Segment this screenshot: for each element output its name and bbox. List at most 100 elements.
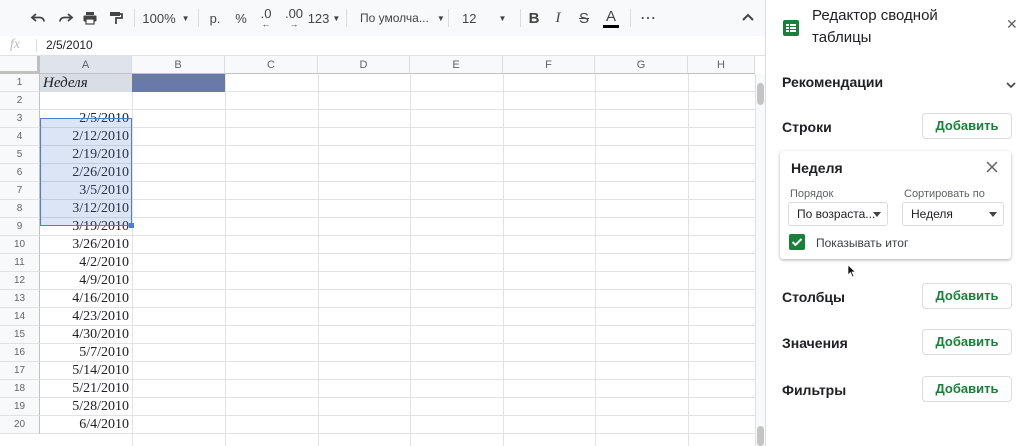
row-header[interactable]: 4 xyxy=(0,128,40,146)
table-row: 4/23/2010 xyxy=(40,308,765,326)
row-field-card: Неделя Порядок Сортировать по По возраст… xyxy=(780,151,1011,259)
font-select[interactable]: По умолча... ▼ xyxy=(352,0,450,36)
row-header[interactable]: 16 xyxy=(0,344,40,362)
column-header-e[interactable]: E xyxy=(410,56,503,74)
recommendations-label[interactable]: Рекомендации xyxy=(782,74,883,90)
row-header[interactable]: 2 xyxy=(0,92,40,110)
more-formats-select[interactable]: 123 ▼ xyxy=(308,0,341,36)
checkmark-icon xyxy=(791,238,803,247)
more-options-icon[interactable]: ⋯ xyxy=(636,0,660,36)
cell-a1[interactable]: Неделя xyxy=(40,74,132,92)
text-color-button[interactable]: A xyxy=(600,0,622,36)
column-header-f[interactable]: F xyxy=(503,56,595,74)
paint-format-icon[interactable] xyxy=(104,0,128,36)
cell-a13[interactable]: 4/16/2010 xyxy=(40,290,132,308)
selection-range[interactable] xyxy=(40,118,132,226)
row-header[interactable]: 5 xyxy=(0,146,40,164)
row-header[interactable]: 7 xyxy=(0,182,40,200)
order-label: Порядок xyxy=(790,188,834,200)
italic-button[interactable]: I xyxy=(548,0,568,36)
row-header[interactable]: 17 xyxy=(0,362,40,380)
row-header[interactable]: 13 xyxy=(0,290,40,308)
chevron-down-icon[interactable] xyxy=(1006,76,1016,94)
table-row: 5/21/2010 xyxy=(40,380,765,398)
scrollbar-thumb[interactable] xyxy=(757,83,764,105)
row-header[interactable]: 18 xyxy=(0,380,40,398)
column-header-h[interactable]: H xyxy=(688,56,755,74)
chevron-down-icon xyxy=(873,212,881,217)
cell-a14[interactable]: 4/23/2010 xyxy=(40,308,132,326)
table-row: 4/16/2010 xyxy=(40,290,765,308)
print-icon[interactable] xyxy=(78,0,102,36)
font-size-value: 12 xyxy=(462,10,477,26)
column-header-d[interactable]: D xyxy=(318,56,410,74)
column-header-g[interactable]: G xyxy=(595,56,688,74)
panel-title-line2: таблицы xyxy=(812,29,872,46)
add-rows-button[interactable]: Добавить xyxy=(922,113,1012,139)
sort-by-select[interactable]: Неделя xyxy=(902,202,1004,226)
rows-section-label: Строки xyxy=(782,119,832,135)
chevron-down-icon: ▼ xyxy=(332,13,341,23)
row-header[interactable]: 15 xyxy=(0,326,40,344)
row-header[interactable]: 11 xyxy=(0,254,40,272)
currency-button[interactable]: р. xyxy=(204,0,226,36)
spreadsheet-grid: A B C D E F G H 1 Неделя 2 3 2/5/2010 4 … xyxy=(0,56,765,446)
row-header[interactable]: 10 xyxy=(0,236,40,254)
mouse-pointer-icon xyxy=(847,264,857,283)
row-header[interactable]: 3 xyxy=(0,110,40,128)
cell-a16[interactable]: 5/7/2010 xyxy=(40,344,132,362)
cell-a18[interactable]: 5/21/2010 xyxy=(40,380,132,398)
row-header[interactable]: 20 xyxy=(0,416,40,434)
chevron-down-icon: ▼ xyxy=(498,13,507,23)
redo-icon[interactable] xyxy=(54,0,78,36)
order-select[interactable]: По возраста... xyxy=(788,202,888,226)
pivot-table-icon xyxy=(782,19,800,42)
row-header[interactable]: 12 xyxy=(0,272,40,290)
add-filters-button[interactable]: Добавить xyxy=(922,376,1012,402)
text-color-icon: A xyxy=(605,7,616,25)
column-header-a[interactable]: A xyxy=(40,56,132,74)
remove-field-icon[interactable] xyxy=(986,160,998,178)
arrow-right-icon: → xyxy=(289,19,299,29)
font-size-select[interactable]: 12 ▼ xyxy=(454,0,522,36)
zoom-select[interactable]: 100% ▼ xyxy=(140,0,192,36)
table-row: 2/26/2010 xyxy=(40,164,765,182)
scrollbar-thumb-bottom[interactable] xyxy=(757,426,764,446)
strikethrough-button[interactable]: S xyxy=(574,0,594,36)
table-row: 2/19/2010 xyxy=(40,146,765,164)
row-header[interactable]: 9 xyxy=(0,218,40,236)
row-header[interactable]: 1 xyxy=(0,74,40,92)
cell-a20[interactable]: 6/4/2010 xyxy=(40,416,132,434)
table-row: 4/9/2010 xyxy=(40,272,765,290)
arrow-left-icon: ← xyxy=(261,19,271,29)
show-totals-checkbox[interactable] xyxy=(789,234,805,250)
column-header-b[interactable]: B xyxy=(132,56,225,74)
cell-b1[interactable] xyxy=(132,74,225,92)
row-header[interactable]: 6 xyxy=(0,164,40,182)
row-header[interactable]: 14 xyxy=(0,308,40,326)
cell-a11[interactable]: 4/2/2010 xyxy=(40,254,132,272)
sort-by-value: Неделя xyxy=(911,207,953,221)
cell-a12[interactable]: 4/9/2010 xyxy=(40,272,132,290)
cell-a15[interactable]: 4/30/2010 xyxy=(40,326,132,344)
column-header-c[interactable]: C xyxy=(225,56,318,74)
select-all-corner[interactable] xyxy=(0,56,40,74)
show-totals-label[interactable]: Показывать итог xyxy=(816,236,908,250)
close-icon[interactable]: ✕ xyxy=(1006,16,1018,33)
vertical-scrollbar[interactable] xyxy=(755,74,765,446)
increase-decimal-button[interactable]: .00 → xyxy=(280,0,308,36)
bold-button[interactable]: B xyxy=(524,0,544,36)
add-values-button[interactable]: Добавить xyxy=(922,329,1012,355)
selection-fill-handle[interactable] xyxy=(129,223,134,228)
row-header[interactable]: 8 xyxy=(0,200,40,218)
percent-button[interactable]: % xyxy=(230,0,252,36)
add-columns-button[interactable]: Добавить xyxy=(922,283,1012,309)
cell-a10[interactable]: 3/26/2010 xyxy=(40,236,132,254)
row-header[interactable]: 19 xyxy=(0,398,40,416)
cell-a17[interactable]: 5/14/2010 xyxy=(40,362,132,380)
collapse-toolbar-icon[interactable] xyxy=(736,0,760,36)
decrease-decimal-button[interactable]: .0 ← xyxy=(254,0,278,36)
undo-icon[interactable] xyxy=(26,0,50,36)
formula-input[interactable]: 2/5/2010 xyxy=(46,38,93,52)
cell-a19[interactable]: 5/28/2010 xyxy=(40,398,132,416)
